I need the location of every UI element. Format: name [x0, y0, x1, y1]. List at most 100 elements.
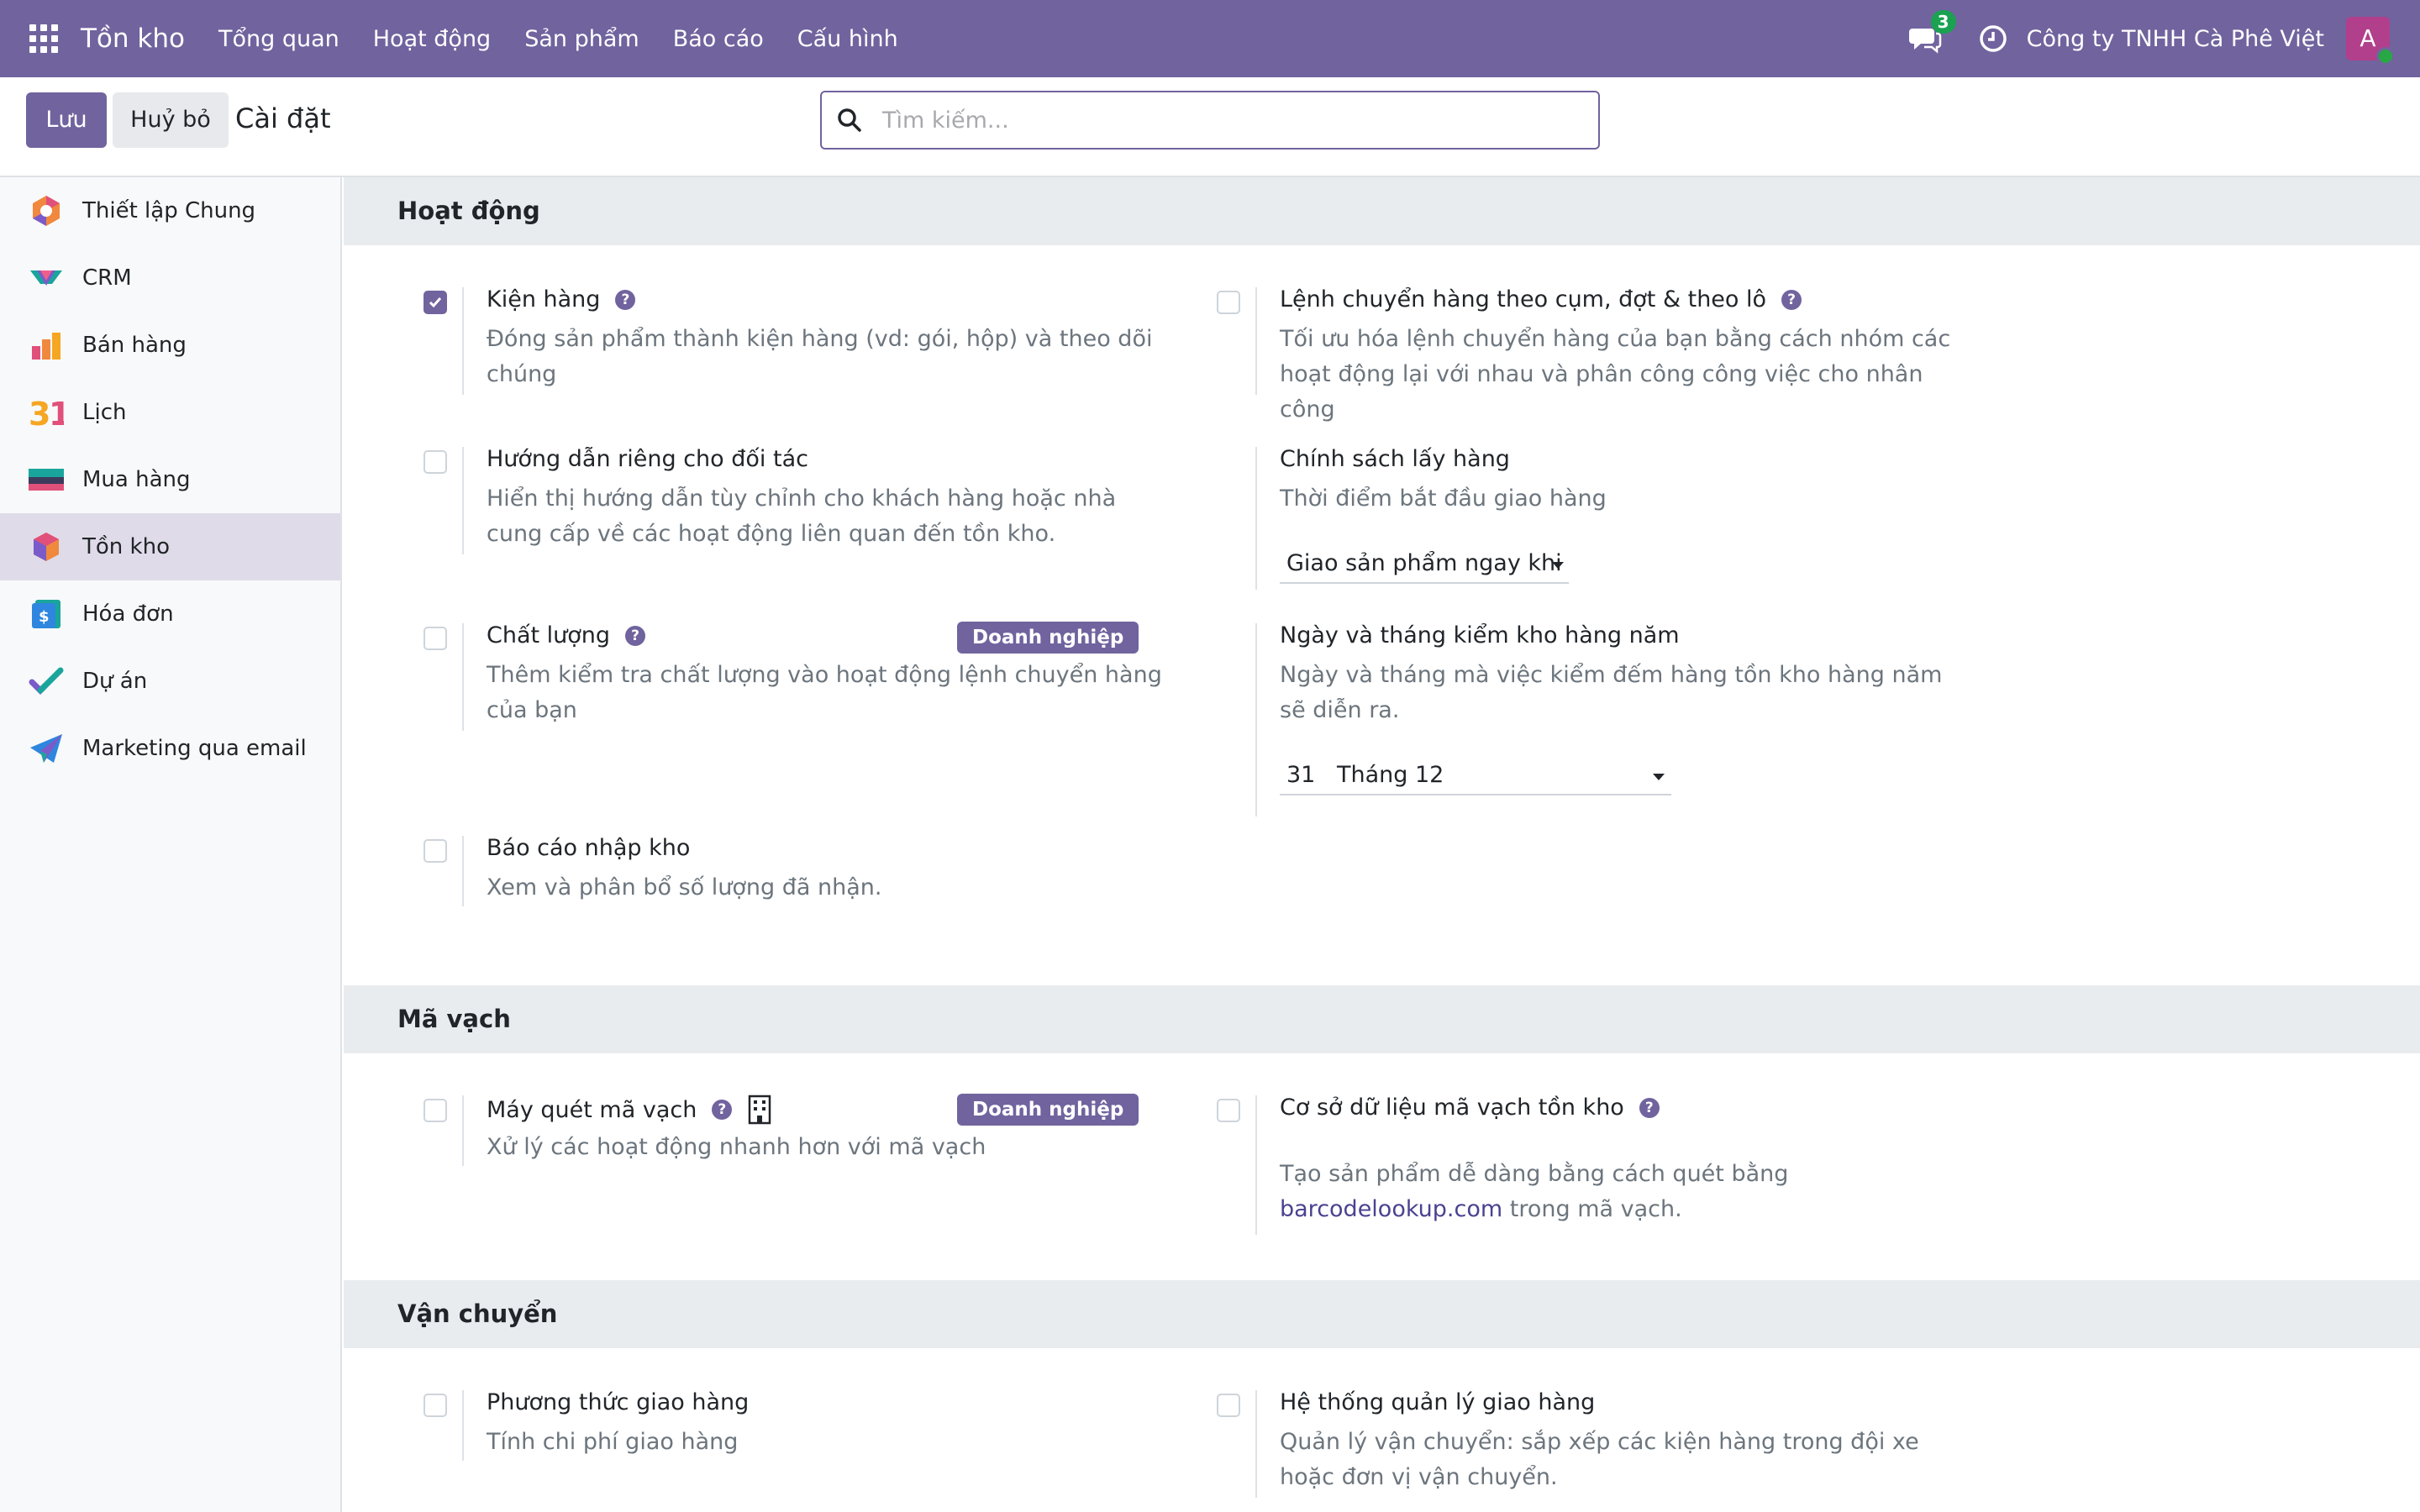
sidebar-item-calendar[interactable]: 31 Lịch [0, 379, 340, 446]
chat-icon[interactable]: 3 [1908, 10, 1956, 55]
barcode-database-title: Cơ sở dữ liệu mã vạch tồn kho ? [1280, 1095, 1660, 1121]
search-input[interactable] [882, 107, 1571, 134]
company-switcher[interactable]: Công ty TNHH Cà Phê Việt [2027, 26, 2324, 52]
app-title[interactable]: Tồn kho [81, 24, 185, 54]
sidebar-item-label: Tồn kho [82, 534, 170, 559]
batch-transfers-checkbox[interactable] [1217, 291, 1240, 314]
delivery-methods-checkbox[interactable] [424, 1394, 447, 1417]
help-icon[interactable]: ? [1639, 1097, 1660, 1118]
setting-divider [462, 287, 464, 395]
section-title-shipping: Vận chuyển [344, 1280, 2420, 1348]
chat-count-badge: 3 [1930, 10, 1956, 34]
packages-label: Kiện hàng [487, 286, 601, 312]
setting-divider [1255, 623, 1257, 816]
annual-inventory-day-input[interactable]: 31 [1286, 757, 1315, 794]
enterprise-badge[interactable]: Doanh nghiệp [957, 622, 1139, 654]
sidebar-item-invoicing[interactable]: $ Hóa đơn [0, 580, 340, 648]
email-marketing-app-icon [29, 731, 64, 766]
chevron-down-icon [1653, 774, 1665, 780]
setting-divider [462, 447, 464, 554]
menu-products[interactable]: Sản phẩm [508, 26, 655, 52]
sidebar-item-email-marketing[interactable]: Marketing qua email [0, 715, 340, 782]
sidebar-item-sales[interactable]: Bán hàng [0, 312, 340, 379]
building-icon [749, 1095, 771, 1125]
help-icon[interactable]: ? [615, 289, 636, 310]
help-icon[interactable]: ? [712, 1100, 733, 1120]
barcodelookup-link[interactable]: barcodelookup.com [1280, 1196, 1502, 1222]
sidebar-item-label: Bán hàng [82, 333, 187, 358]
save-button[interactable]: Lưu [26, 92, 107, 148]
partner-instructions-label: Hướng dẫn riêng cho đối tác [487, 446, 808, 472]
user-avatar[interactable]: A [2346, 17, 2395, 66]
barcode-scanner-description: Xử lý các hoạt động nhanh hơn với mã vạc… [487, 1134, 986, 1160]
partner-instructions-title: Hướng dẫn riêng cho đối tác [487, 446, 808, 472]
barcode-database-desc-text: Tạo sản phẩm dễ dàng bằng cách quét bằng [1280, 1161, 1789, 1187]
quality-checkbox[interactable] [424, 627, 447, 650]
menu-configuration[interactable]: Cấu hình [781, 26, 915, 52]
packages-description: Đóng sản phẩm thành kiện hàng (vd: gói, … [487, 326, 1153, 387]
barcode-database-description: Tạo sản phẩm dễ dàng bằng cách quét bằng… [1280, 1157, 1818, 1227]
sidebar-item-label: Lịch [82, 400, 127, 425]
help-icon[interactable]: ? [1781, 289, 1802, 310]
setting-divider [1255, 1095, 1257, 1235]
picking-policy-label: Chính sách lấy hàng [1280, 446, 1510, 472]
annual-inventory-label: Ngày và tháng kiểm kho hàng năm [1280, 622, 1680, 648]
setting-divider [1255, 287, 1257, 395]
cancel-button[interactable]: Huỷ bỏ [113, 92, 229, 148]
dispatch-management-description: Quản lý vận chuyển: sắp xếp các kiện hàn… [1280, 1429, 1919, 1490]
svg-text:3: 3 [29, 396, 50, 430]
reception-report-checkbox[interactable] [424, 839, 447, 863]
barcode-database-checkbox[interactable] [1217, 1099, 1240, 1122]
quality-label: Chất lượng [487, 622, 611, 648]
delivery-methods-description: Tính chi phí giao hàng [487, 1429, 739, 1455]
packages-checkbox[interactable] [424, 291, 447, 314]
search-box [820, 91, 1600, 150]
annual-inventory-month-select[interactable]: Tháng 12 [1337, 757, 1444, 794]
chevron-down-icon [1552, 562, 1564, 569]
dispatch-management-label: Hệ thống quản lý giao hàng [1280, 1389, 1596, 1415]
setting-divider [1255, 1390, 1257, 1498]
barcode-scanner-checkbox[interactable] [424, 1099, 447, 1122]
dispatch-management-checkbox[interactable] [1217, 1394, 1240, 1417]
search-icon [838, 108, 861, 132]
online-status-dot [2376, 47, 2395, 66]
picking-policy-select[interactable]: Giao sản phẩm ngay khi [1280, 545, 1569, 584]
app-grid-icon[interactable] [29, 24, 59, 54]
dispatch-management-title: Hệ thống quản lý giao hàng [1280, 1389, 1595, 1415]
crm-app-icon [29, 260, 64, 296]
partner-instructions-description: Hiển thị hướng dẫn tùy chỉnh cho khách h… [487, 486, 1117, 547]
help-icon[interactable]: ? [625, 625, 646, 646]
reception-report-label: Báo cáo nhập kho [487, 835, 691, 861]
setting-divider [1255, 447, 1257, 590]
sidebar-item-inventory[interactable]: Tồn kho [0, 513, 340, 580]
breadcrumb: Cài đặt [235, 102, 331, 134]
partner-instructions-checkbox[interactable] [424, 450, 447, 474]
sidebar-item-label: Dự án [82, 669, 148, 694]
setting-divider [462, 1390, 464, 1461]
sidebar-item-general-settings[interactable]: Thiết lập Chung [0, 177, 340, 244]
activity-clock-icon[interactable] [1978, 24, 2008, 54]
packages-title: Kiện hàng ? [487, 286, 636, 312]
settings-app-icon [29, 193, 64, 228]
sidebar-item-crm[interactable]: CRM [0, 244, 340, 312]
sidebar-item-label: Marketing qua email [82, 736, 307, 761]
purchase-app-icon [29, 462, 64, 497]
sidebar-item-project[interactable]: Dự án [0, 648, 340, 715]
enterprise-badge[interactable]: Doanh nghiệp [957, 1094, 1139, 1126]
batch-transfers-description: Tối ưu hóa lệnh chuyển hàng của bạn bằng… [1280, 326, 1951, 423]
menu-reporting[interactable]: Báo cáo [656, 26, 781, 52]
barcode-database-label: Cơ sở dữ liệu mã vạch tồn kho [1280, 1095, 1624, 1121]
annual-inventory-description: Ngày và tháng mà việc kiểm đếm hàng tồn … [1280, 662, 1943, 723]
sidebar-item-purchase[interactable]: Mua hàng [0, 446, 340, 513]
calendar-app-icon: 31 [29, 395, 64, 430]
sidebar-item-label: Hóa đơn [82, 601, 174, 627]
menu-operations[interactable]: Hoạt động [356, 26, 508, 52]
sidebar-item-label: Mua hàng [82, 467, 191, 492]
picking-policy-value: Giao sản phẩm ngay khi [1286, 550, 1562, 576]
top-menu: Tổng quan Hoạt động Sản phẩm Báo cáo Cấu… [202, 26, 915, 52]
annual-inventory-title: Ngày và tháng kiểm kho hàng năm [1280, 622, 1680, 648]
sidebar-item-label: CRM [82, 265, 132, 291]
batch-transfers-label: Lệnh chuyển hàng theo cụm, đợt & theo lô [1280, 286, 1767, 312]
avatar-letter: A [2360, 24, 2376, 52]
menu-overview[interactable]: Tổng quan [202, 26, 356, 52]
